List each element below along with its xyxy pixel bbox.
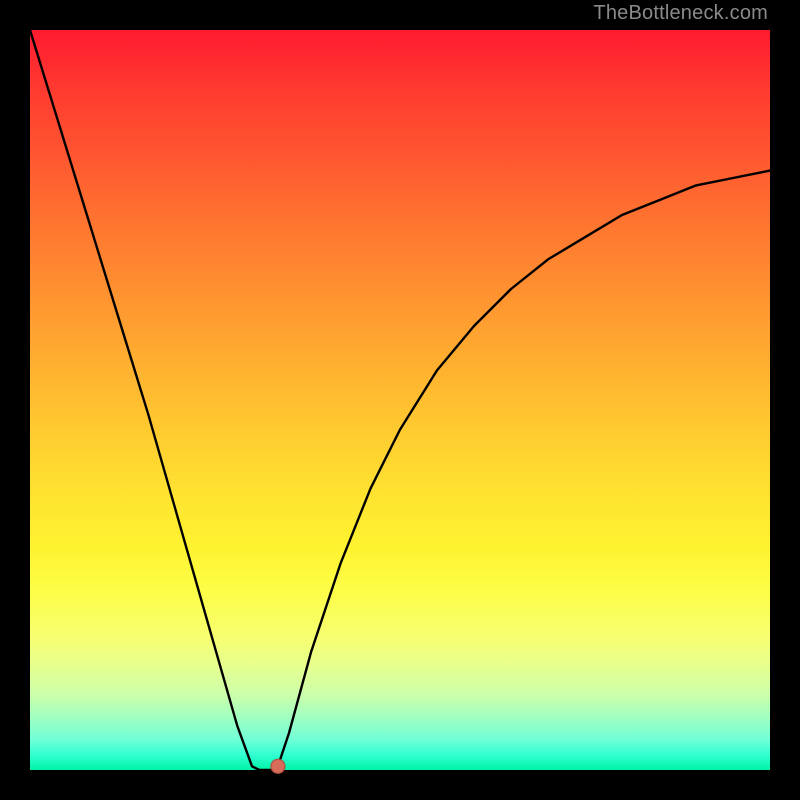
watermark-text: TheBottleneck.com [593,2,768,25]
chart-frame: TheBottleneck.com [0,0,800,800]
curve-layer [30,30,770,770]
optimal-point-marker [271,759,285,773]
bottleneck-curve [30,30,770,770]
plot-area [30,30,770,770]
